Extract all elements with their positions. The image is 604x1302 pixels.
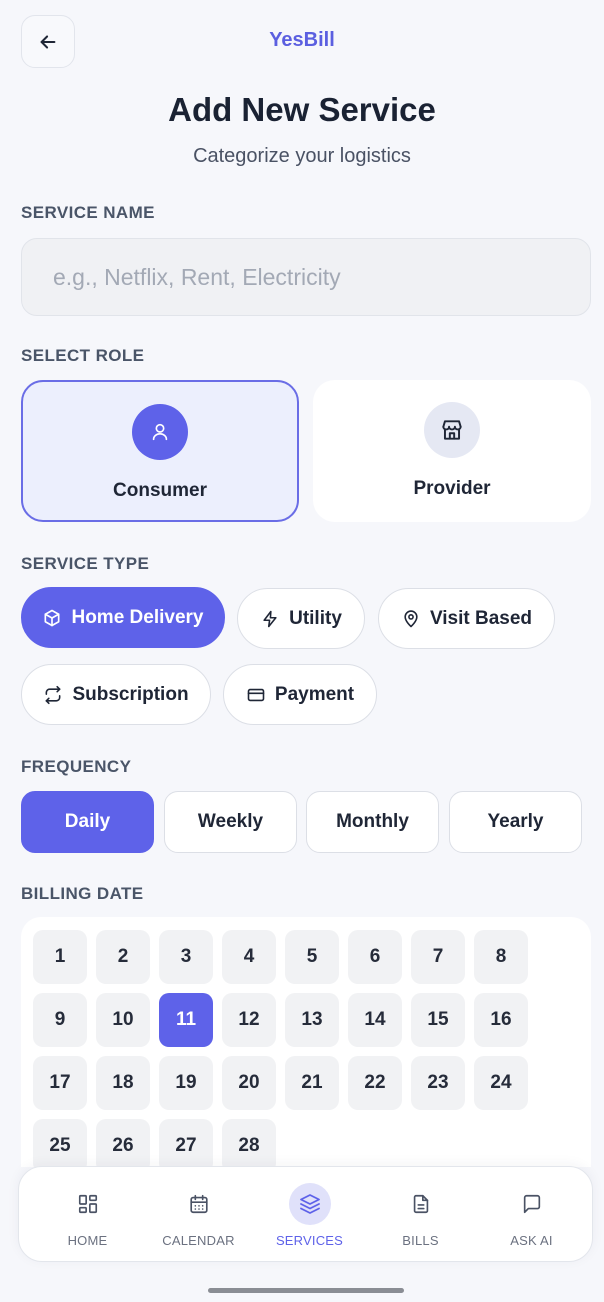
frequency-daily[interactable]: Daily	[21, 791, 154, 853]
frequency-label: FREQUENCY	[21, 757, 132, 776]
chip-label: Utility	[289, 607, 342, 629]
date-cell-9[interactable]: 9	[33, 993, 87, 1047]
date-cell-7[interactable]: 7	[411, 930, 465, 984]
billing-date-label: BILLING DATE	[21, 884, 144, 903]
nav-item-services[interactable]: SERVICES	[252, 1167, 367, 1263]
date-cell-19[interactable]: 19	[159, 1056, 213, 1110]
date-cell-16[interactable]: 16	[474, 993, 528, 1047]
service-name-label: SERVICE NAME	[21, 203, 155, 222]
service-type-label: SERVICE TYPE	[21, 554, 150, 573]
role-card-consumer[interactable]: Consumer	[21, 380, 299, 522]
user-icon	[152, 423, 168, 441]
store-icon	[442, 420, 462, 440]
date-cell-24[interactable]: 24	[474, 1056, 528, 1110]
document-icon	[413, 1194, 428, 1214]
billing-date-grid: 1 2 3 4 5 6 7 8 9 10 11 12 13 14 15 16 17 18 19 20 21 22 23 24 2…	[21, 917, 591, 1167]
chip-home-delivery[interactable]: Home Delivery	[21, 587, 225, 648]
lightning-icon	[263, 610, 277, 627]
chip-utility[interactable]: Utility	[237, 588, 365, 649]
nav-item-bills[interactable]: BILLS	[363, 1167, 478, 1263]
nav-item-ask-ai[interactable]: ASK AI	[474, 1167, 589, 1263]
date-cell-22[interactable]: 22	[348, 1056, 402, 1110]
date-cell-6[interactable]: 6	[348, 930, 402, 984]
date-cell-4[interactable]: 4	[222, 930, 276, 984]
date-cell-10[interactable]: 10	[96, 993, 150, 1047]
date-cell-12[interactable]: 12	[222, 993, 276, 1047]
layers-icon	[299, 1194, 320, 1214]
frequency-weekly[interactable]: Weekly	[164, 791, 297, 853]
chip-visit-based[interactable]: Visit Based	[378, 588, 555, 649]
date-cell-15[interactable]: 15	[411, 993, 465, 1047]
date-cell-28[interactable]: 28	[222, 1119, 276, 1167]
date-cell-27[interactable]: 27	[159, 1119, 213, 1167]
date-cell-26[interactable]: 26	[96, 1119, 150, 1167]
box-icon	[44, 609, 60, 626]
nav-label: SERVICES	[275, 1233, 344, 1248]
grid-icon	[78, 1194, 97, 1214]
role-card-provider[interactable]: Provider	[313, 380, 591, 522]
page-title: Add New Service	[168, 91, 436, 128]
date-cell-25[interactable]: 25	[33, 1119, 87, 1167]
chip-label: Home Delivery	[71, 606, 204, 628]
date-cell-20[interactable]: 20	[222, 1056, 276, 1110]
date-cell-3[interactable]: 3	[159, 930, 213, 984]
service-name-input[interactable]	[21, 238, 591, 316]
role-icon-wrap	[424, 402, 480, 458]
date-cell-5[interactable]: 5	[285, 930, 339, 984]
date-cell-21[interactable]: 21	[285, 1056, 339, 1110]
frequency-yearly[interactable]: Yearly	[449, 791, 582, 853]
date-cell-14[interactable]: 14	[348, 993, 402, 1047]
chip-label: Visit Based	[429, 607, 533, 629]
chip-label: Subscription	[72, 683, 189, 705]
credit-card-icon	[247, 688, 265, 701]
repeat-icon	[45, 685, 61, 704]
chip-payment[interactable]: Payment	[223, 664, 377, 725]
calendar-icon	[189, 1194, 208, 1214]
nav-label: HOME	[67, 1233, 108, 1248]
role-icon-wrap	[132, 404, 188, 460]
date-cell-18[interactable]: 18	[96, 1056, 150, 1110]
role-label-consumer: Consumer	[113, 480, 207, 501]
date-cell-2[interactable]: 2	[96, 930, 150, 984]
nav-item-home[interactable]: HOME	[30, 1167, 145, 1263]
add-service-screen: YesBill Add New Service Categorize your …	[0, 0, 604, 1302]
app-name: YesBill	[269, 29, 335, 51]
map-pin-icon	[404, 609, 418, 627]
date-cell-1[interactable]: 1	[33, 930, 87, 984]
nav-label: CALENDAR	[162, 1233, 235, 1248]
role-label-provider: Provider	[413, 478, 491, 499]
nav-label: BILLS	[402, 1233, 439, 1248]
date-cell-23[interactable]: 23	[411, 1056, 465, 1110]
nav-label: ASK AI	[510, 1233, 553, 1248]
date-cell-17[interactable]: 17	[33, 1056, 87, 1110]
nav-item-calendar[interactable]: CALENDAR	[141, 1167, 256, 1263]
chat-icon	[523, 1194, 540, 1214]
date-cell-8[interactable]: 8	[474, 930, 528, 984]
date-cell-11[interactable]: 11	[159, 993, 213, 1047]
select-role-label: SELECT ROLE	[21, 346, 145, 365]
frequency-monthly[interactable]: Monthly	[306, 791, 439, 853]
home-indicator	[208, 1288, 404, 1293]
date-cell-13[interactable]: 13	[285, 993, 339, 1047]
chip-label: Payment	[274, 683, 355, 705]
page-subtitle: Categorize your logistics	[193, 145, 411, 167]
bottom-nav: HOME CALENDAR SERVICES BILLS ASK AI	[18, 1166, 593, 1262]
chip-subscription[interactable]: Subscription	[21, 664, 211, 725]
